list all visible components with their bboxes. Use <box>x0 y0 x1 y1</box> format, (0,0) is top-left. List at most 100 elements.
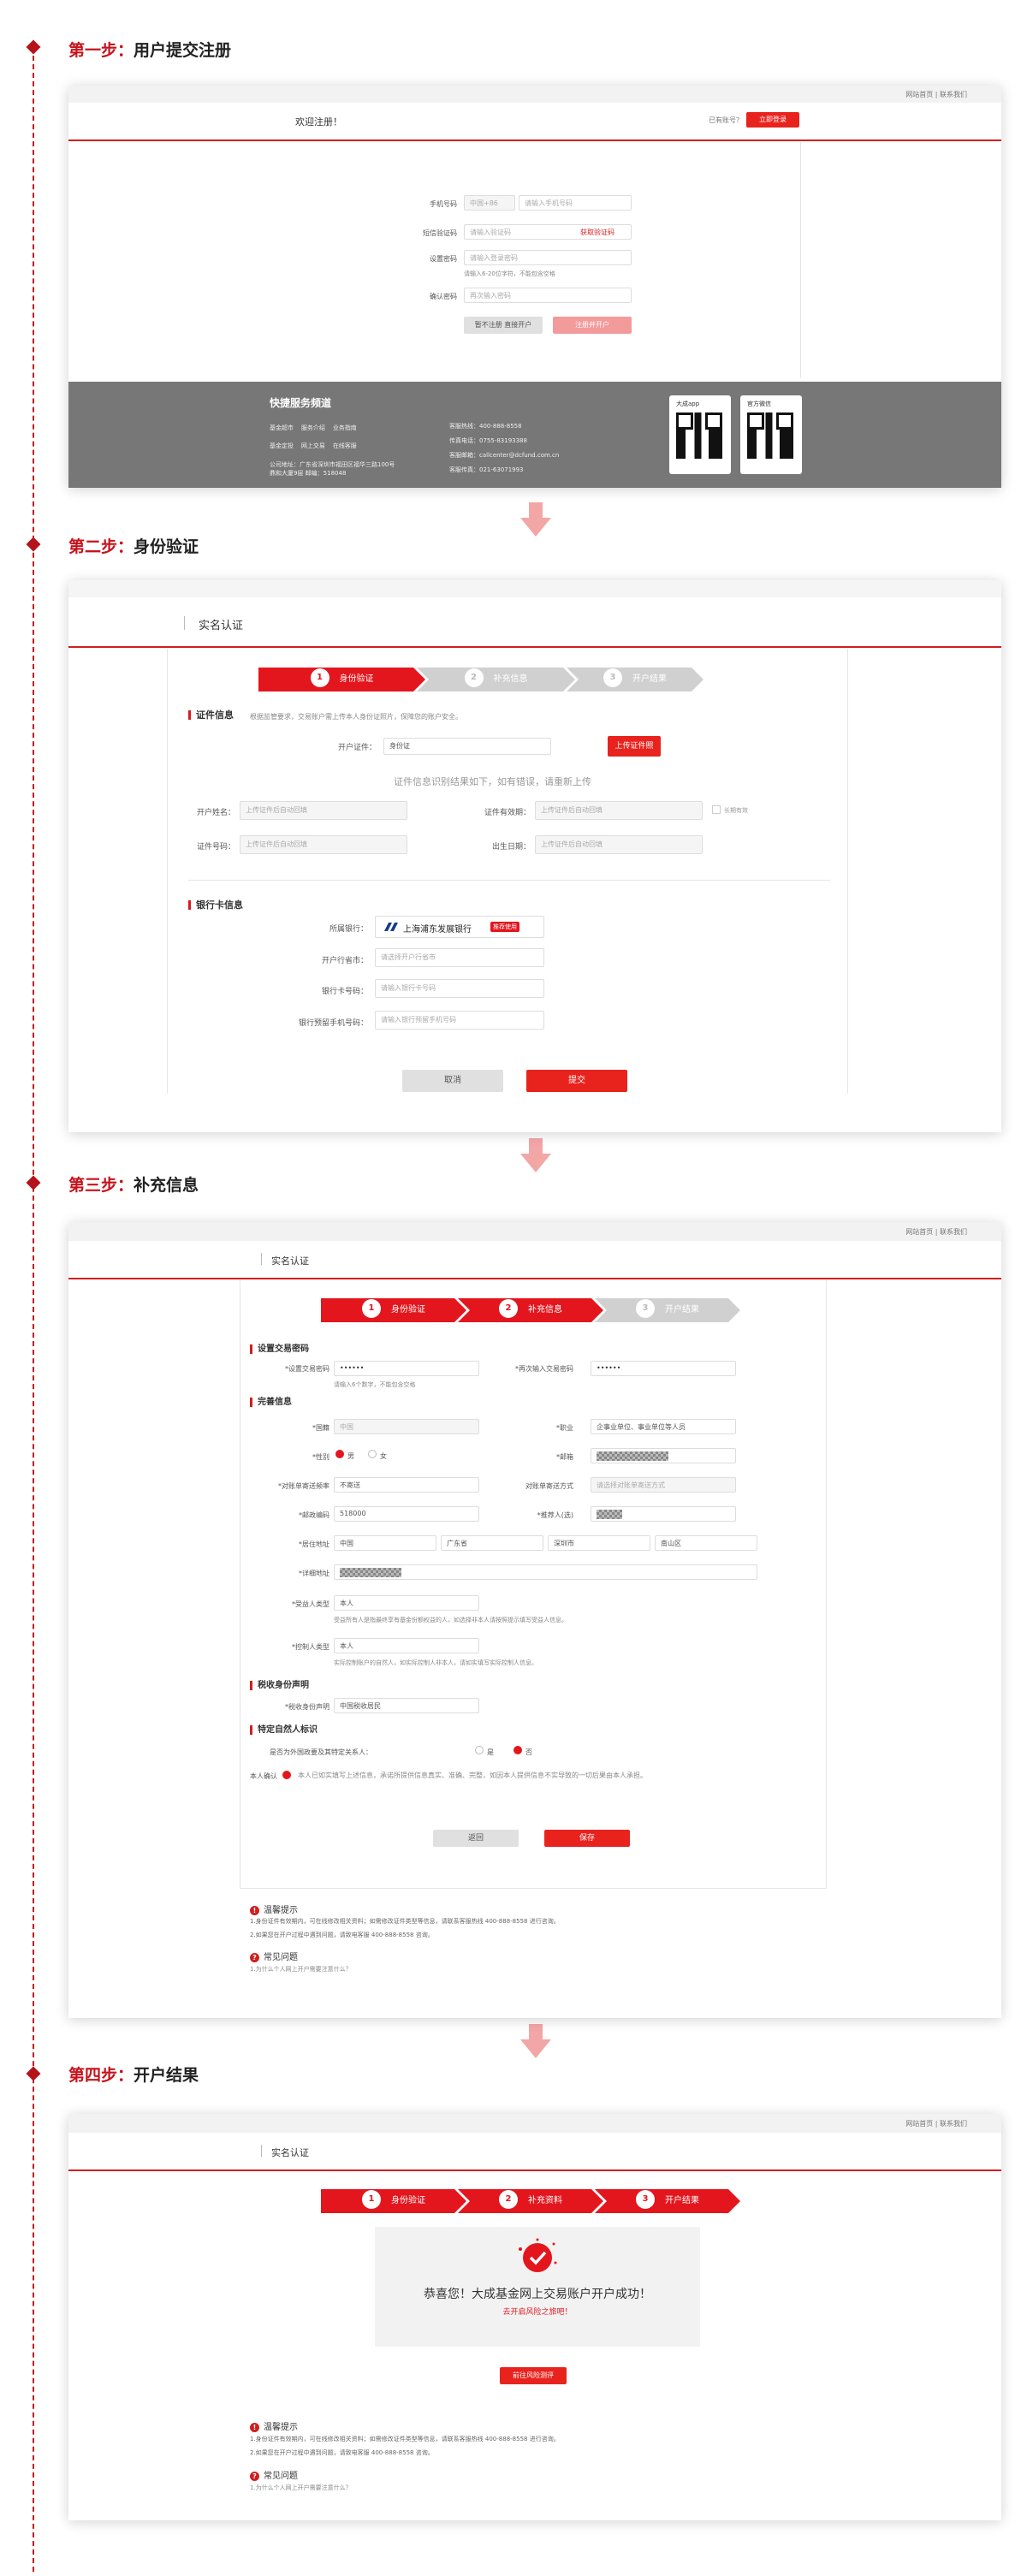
success-subtitle[interactable]: 去开启风险之旅吧！ <box>375 2306 700 2317</box>
id-type-select[interactable]: 身份证 <box>383 738 551 755</box>
confirm-input[interactable]: 再次输入密码 <box>464 288 632 303</box>
card-label: 银行卡号码： <box>321 988 368 996</box>
gender-female-radio[interactable] <box>368 1450 377 1458</box>
id-section-title: 证件信息 <box>188 710 234 720</box>
save-button[interactable]: 保存 <box>544 1830 630 1847</box>
agree-text: 本人已如实填写上述信息，承诺所提供信息真实、准确、完整，如因本人提供信息不实导致… <box>298 1772 647 1779</box>
upload-id-button[interactable]: 上传证件照 <box>608 736 661 757</box>
step-marker <box>26 1175 41 1190</box>
tip-line: 2.如果您在开户过程中遇到问题，请致电客服 400-888-8558 咨询。 <box>250 2449 434 2456</box>
email-input[interactable] <box>591 1448 736 1463</box>
top-bar: 网站首页 | 联系我们 <box>68 2114 1001 2133</box>
recommend-badge: 推荐使用 <box>490 922 519 932</box>
email-label: *邮箱 <box>556 1453 573 1461</box>
qr-code-icon <box>747 413 793 459</box>
top-links[interactable]: 网站首页 | 联系我们 <box>905 2119 967 2128</box>
title-bar-mark <box>261 2145 262 2157</box>
politician-question: 是否为外国政要及其特定关系人： <box>270 1748 372 1756</box>
job-select[interactable]: 企事业单位、事业单位等人员 <box>591 1419 736 1434</box>
branch-select[interactable]: 请选择开户行省市 <box>375 948 544 967</box>
arrow-down-icon <box>520 2024 551 2058</box>
country-select[interactable]: 中国 <box>334 1535 436 1551</box>
faq-link[interactable]: 1.为什么个人网上开户需要注意什么？ <box>250 1965 352 1974</box>
gender-label: *性别 <box>312 1453 329 1461</box>
district-select[interactable]: 南山区 <box>655 1535 757 1551</box>
gender-male-radio[interactable] <box>335 1450 344 1458</box>
politician-no-radio[interactable] <box>514 1746 522 1754</box>
statement-freq-select[interactable]: 不寄送 <box>334 1477 479 1493</box>
controller-select[interactable]: 本人 <box>334 1638 479 1653</box>
phone-input[interactable]: 请输入手机号码 <box>519 195 632 211</box>
id-section-desc: 根据监管要求，交易账户需上传本人身份证照片，保障您的账户安全。 <box>250 713 462 721</box>
zip-input[interactable]: 518000 <box>334 1506 479 1522</box>
city-select[interactable]: 深圳市 <box>548 1535 650 1551</box>
controller-note: 实际控制账户的自然人，如实际控制人非本人，请如实填写实际控制人信息。 <box>334 1659 537 1666</box>
tax-select[interactable]: 中国税收居民 <box>334 1698 479 1713</box>
side-divider <box>800 142 801 378</box>
step-item: 1 身份验证 <box>321 2189 466 2213</box>
agree-label: 本人确认 <box>250 1772 277 1780</box>
page-title: 实名认证 <box>199 620 244 632</box>
beneficiary-select[interactable]: 本人 <box>334 1595 479 1611</box>
register-button[interactable]: 注册并开户 <box>553 317 632 334</box>
card-input[interactable]: 请输入银行卡号码 <box>375 979 544 998</box>
timeline-line <box>33 47 34 2572</box>
no-label: 否 <box>525 1748 532 1756</box>
login-button[interactable]: 立即登录 <box>746 112 799 128</box>
footer-link[interactable]: 在线客服 <box>333 442 357 449</box>
confirm-label: 确认密码 <box>430 293 457 300</box>
agree-checkbox[interactable] <box>282 1771 291 1779</box>
cancel-button[interactable]: 取消 <box>402 1070 503 1092</box>
footer-link[interactable]: 基金定投 <box>270 442 294 449</box>
bank-label: 所属银行： <box>329 925 368 934</box>
trade-password-confirm-input[interactable]: •••••• <box>591 1361 736 1376</box>
password-input[interactable]: 请输入登录密码 <box>464 250 632 265</box>
step-item: 1 身份验证 <box>321 1298 466 1322</box>
province-select[interactable]: 广东省 <box>441 1535 543 1551</box>
step-marker <box>26 2066 41 2081</box>
statement-freq-label: *对账单寄送频率 <box>278 1482 329 1490</box>
top-links[interactable]: 网站首页 | 联系我们 <box>905 90 967 99</box>
footer-link[interactable]: 服务介绍 <box>301 424 325 431</box>
area-code-select[interactable]: 中国+86 <box>464 195 515 211</box>
footer-link[interactable]: 业务指南 <box>333 424 357 431</box>
top-bar: 网站首页 | 联系我们 <box>68 1222 1001 1241</box>
faq-link[interactable]: 1.为什么个人网上开户需要注意什么？ <box>250 2484 352 2492</box>
longterm-label: 长期有效 <box>724 807 748 814</box>
footer-link[interactable]: 基金超市 <box>270 424 294 431</box>
code-label: 短信验证码 <box>423 229 457 237</box>
content-border <box>847 649 848 1094</box>
footer-link[interactable]: 网上交易 <box>301 442 325 449</box>
bank-select[interactable]: 上海浦东发展银行 推荐使用 <box>375 916 544 938</box>
statement-method-select[interactable]: 请选择对账单寄送方式 <box>591 1477 736 1493</box>
trade-password-input[interactable]: •••••• <box>334 1361 479 1376</box>
step-3-title: 第三步：补充信息 <box>68 1176 199 1195</box>
top-bar <box>68 580 1001 597</box>
bank-section-title: 银行卡信息 <box>188 900 243 910</box>
birth-label: 出生日期： <box>491 843 531 852</box>
title-bar-mark <box>261 1253 262 1265</box>
step-item: 1 身份验证 <box>258 668 425 691</box>
profile-section: 完善信息 <box>250 1398 292 1407</box>
risk-test-button[interactable]: 前往风险测评 <box>500 2367 567 2384</box>
skip-register-button[interactable]: 暂不注册 直接开户 <box>464 317 543 334</box>
get-code-link[interactable]: 获取验证码 <box>580 228 614 237</box>
success-message: 恭喜您！大成基金网上交易账户开户成功！ <box>424 2288 651 2301</box>
special-person-section: 特定自然人标识 <box>250 1725 318 1735</box>
mobile-input[interactable]: 请输入银行预留手机号码 <box>375 1011 544 1030</box>
politician-yes-radio[interactable] <box>475 1746 484 1754</box>
step-2-title: 第二步：身份验证 <box>68 537 199 556</box>
longterm-checkbox[interactable] <box>712 805 721 814</box>
nationality-select[interactable]: 中国 <box>334 1419 479 1434</box>
detail-address-input[interactable] <box>334 1564 757 1580</box>
top-links[interactable]: 网站首页 | 联系我们 <box>905 1227 967 1237</box>
password-label: 设置密码 <box>430 255 457 263</box>
back-button[interactable]: 返回 <box>433 1830 519 1847</box>
zip-label: *邮政编码 <box>299 1511 329 1519</box>
referrer-input[interactable] <box>591 1506 736 1522</box>
tip-line: 1.身份证件有效期内，可在线修改相关资料；如需修改证件类型等信息，请联系客服热线… <box>250 2436 560 2442</box>
faq-heading: 常见问题 <box>250 1950 298 1962</box>
step-item: 3 开户结果 <box>595 2189 740 2213</box>
submit-button[interactable]: 提交 <box>526 1070 627 1092</box>
referrer-label: *推荐人(选) <box>537 1511 573 1519</box>
